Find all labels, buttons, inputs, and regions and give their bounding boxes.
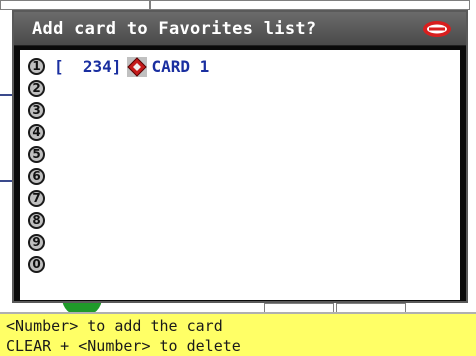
favorite-slot-5[interactable]: 5 (20, 144, 460, 166)
card-code: [ 234] (54, 57, 122, 76)
favorite-slot-9[interactable]: 9 (20, 232, 460, 254)
info-line-add: <Number> to add the card (6, 317, 223, 335)
favorite-slot-0[interactable]: 0 (20, 254, 460, 276)
slot-number-badge[interactable]: 0 (28, 256, 45, 273)
slot-number-badge[interactable]: 5 (28, 146, 45, 163)
favorite-slot-7[interactable]: 7 (20, 188, 460, 210)
background-panel (0, 0, 150, 10)
favorite-slot-2[interactable]: 2 (20, 78, 460, 100)
dialog-title: Add card to Favorites list? (32, 19, 317, 39)
brand-logo-icon (423, 21, 451, 37)
info-bar: <Number> to add the card CLEAR + <Number… (0, 312, 476, 356)
slot-number-badge[interactable]: 4 (28, 124, 45, 141)
slot-number-badge[interactable]: 1 (28, 58, 45, 75)
info-line-delete: CLEAR + <Number> to delete (6, 337, 241, 355)
slot-number-badge[interactable]: 9 (28, 234, 45, 251)
card-icon (127, 57, 148, 77)
slot-number-badge[interactable]: 7 (28, 190, 45, 207)
background-divider (0, 94, 12, 96)
add-favorite-dialog: Add card to Favorites list? 1 [ 234] CARD … (12, 10, 468, 303)
favorite-slot-1[interactable]: 1 [ 234] CARD 1 (20, 56, 460, 78)
background-divider (0, 180, 12, 182)
favorites-list: 1 [ 234] CARD 1 2 3 4 5 6 7 8 9 0 (20, 50, 460, 300)
favorite-slot-6[interactable]: 6 (20, 166, 460, 188)
favorite-slot-8[interactable]: 8 (20, 210, 460, 232)
card-name: CARD 1 (151, 57, 210, 76)
slot-number-badge[interactable]: 2 (28, 80, 45, 97)
favorite-slot-4[interactable]: 4 (20, 122, 460, 144)
slot-number-badge[interactable]: 6 (28, 168, 45, 185)
slot-card-entry: [ 234] CARD 1 (54, 57, 209, 77)
dialog-titlebar: Add card to Favorites list? (14, 12, 466, 46)
background-panel (150, 0, 470, 10)
slot-number-badge[interactable]: 3 (28, 102, 45, 119)
slot-number-badge[interactable]: 8 (28, 212, 45, 229)
favorite-slot-3[interactable]: 3 (20, 100, 460, 122)
